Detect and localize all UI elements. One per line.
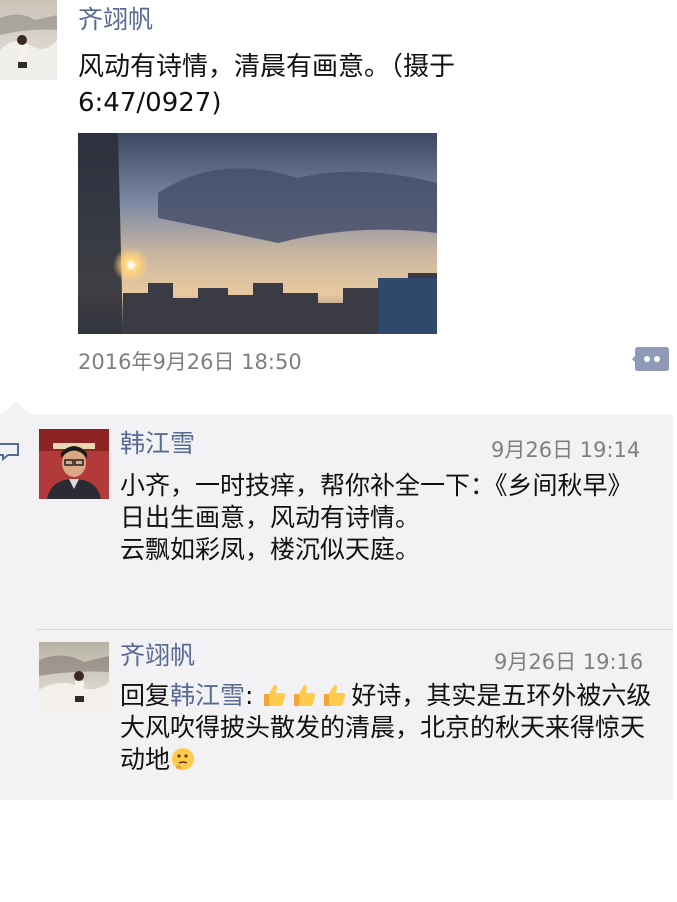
post-photo[interactable]: [78, 133, 437, 334]
comment-text: 小齐，一时技痒，帮你补全一下：《乡间秋早》 日出生画意，风动有诗情。 云飘如彩凤…: [120, 470, 655, 566]
comment-divider: [37, 629, 673, 630]
comment-panel-notch: [3, 401, 29, 414]
comment-author-avatar[interactable]: [39, 642, 109, 712]
comment-author-avatar[interactable]: [39, 429, 109, 499]
thumbs-up-emoji: [321, 682, 347, 708]
comment-time: 9月26日 19:16: [494, 650, 644, 674]
thumbs-up-emoji: [291, 682, 317, 708]
reply-colon: :: [245, 681, 254, 710]
thumbs-up-emoji: [261, 682, 287, 708]
post-author-avatar[interactable]: [0, 0, 57, 80]
comment-author-name[interactable]: 齐翊帆: [120, 642, 195, 670]
comment-bubble-icon: [0, 441, 20, 462]
comment-line: 云飘如彩凤，楼沉似天庭。: [120, 535, 421, 564]
comment-dots-icon[interactable]: [632, 344, 670, 374]
comment-text: 回复韩江雪: 好诗，其实是五环外被六级大风吹得披头散发的清晨，北京的秋天来得惊天…: [120, 680, 660, 776]
post-timestamp: 2016年9月26日 18:50: [78, 350, 302, 374]
post-text: 风动有诗情，清晨有画意。（摄于6:47/0927): [78, 52, 456, 118]
thinking-face-emoji: [170, 746, 196, 772]
post-author-name[interactable]: 齐翊帆: [78, 6, 153, 34]
comment-line: 小齐，一时技痒，帮你补全一下：《乡间秋早》: [120, 471, 633, 500]
reply-prefix: 回复: [120, 681, 171, 710]
reply-to-name[interactable]: 韩江雪: [170, 681, 245, 710]
comment-time: 9月26日 19:14: [491, 438, 641, 462]
comment-author-name[interactable]: 韩江雪: [120, 430, 195, 458]
comment-line: 日出生画意，风动有诗情。: [120, 503, 421, 532]
